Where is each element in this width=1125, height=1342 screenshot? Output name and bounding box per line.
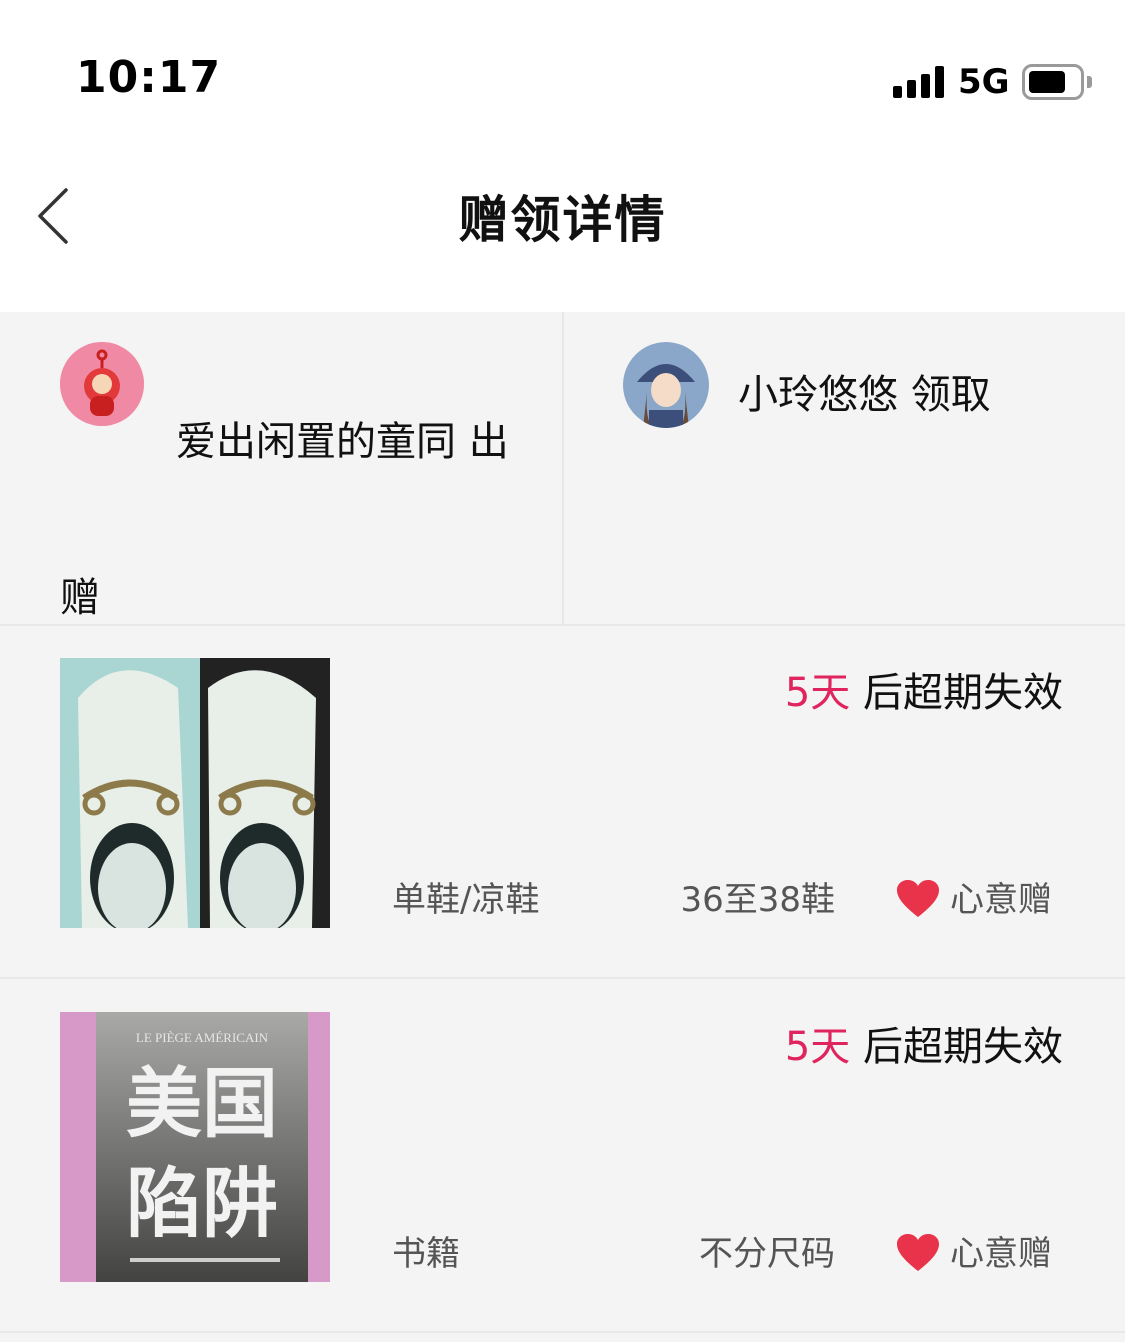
heart-icon <box>897 1233 939 1271</box>
item-category: 单鞋/凉鞋 <box>392 880 540 920</box>
receiver-avatar[interactable] <box>623 342 709 428</box>
gift-item[interactable]: LE PIÈGE AMÉRICAIN 美国 陷阱 5天 后超期失效 书籍 不分尺… <box>0 980 1125 1333</box>
page-title: 赠领详情 <box>458 191 667 249</box>
nav-bar: 赠领详情 <box>0 150 1125 312</box>
gift-type-label: 心意赠 <box>950 1234 1052 1274</box>
receiver-label[interactable]: 小玲悠悠 领取 <box>738 362 991 420</box>
item-size: 36至38鞋 <box>680 880 835 920</box>
gift-users-section: 爱出闲置的童同 出赠 小玲悠悠 领取 <box>0 312 1125 626</box>
network-type: 5G <box>958 62 1010 102</box>
expiry-text: 5天 后超期失效 <box>785 660 1063 718</box>
item-category: 书籍 <box>392 1234 460 1274</box>
signal-icon <box>893 66 945 98</box>
book-title-line2: 陷阱 <box>126 1159 278 1248</box>
expiry-suffix: 后超期失效 <box>850 1024 1063 1070</box>
users-divider <box>562 312 564 624</box>
battery-icon <box>1022 64 1092 100</box>
book-title-line1: 美国 <box>126 1059 278 1148</box>
status-bar: 10:17 5G <box>0 0 1125 150</box>
expiry-text: 5天 后超期失效 <box>785 1014 1063 1072</box>
expiry-suffix: 后超期失效 <box>850 670 1063 716</box>
gift-item[interactable]: 5天 后超期失效 单鞋/凉鞋 36至38鞋 心意赠 <box>0 626 1125 979</box>
gift-type: 心意赠 <box>896 872 1052 921</box>
heart-icon <box>897 879 939 917</box>
item-image-white-loafers[interactable] <box>60 658 330 928</box>
status-time: 10:17 <box>76 52 222 103</box>
gift-type-label: 心意赠 <box>950 880 1052 920</box>
gift-type: 心意赠 <box>896 1226 1052 1275</box>
item-size: 不分尺码 <box>699 1234 835 1274</box>
book-subtitle: LE PIÈGE AMÉRICAIN <box>136 1030 269 1045</box>
item-image-book-cover[interactable]: LE PIÈGE AMÉRICAIN 美国 陷阱 <box>60 1012 330 1282</box>
expiry-days: 5天 <box>784 670 851 716</box>
expiry-days: 5天 <box>784 1024 851 1070</box>
